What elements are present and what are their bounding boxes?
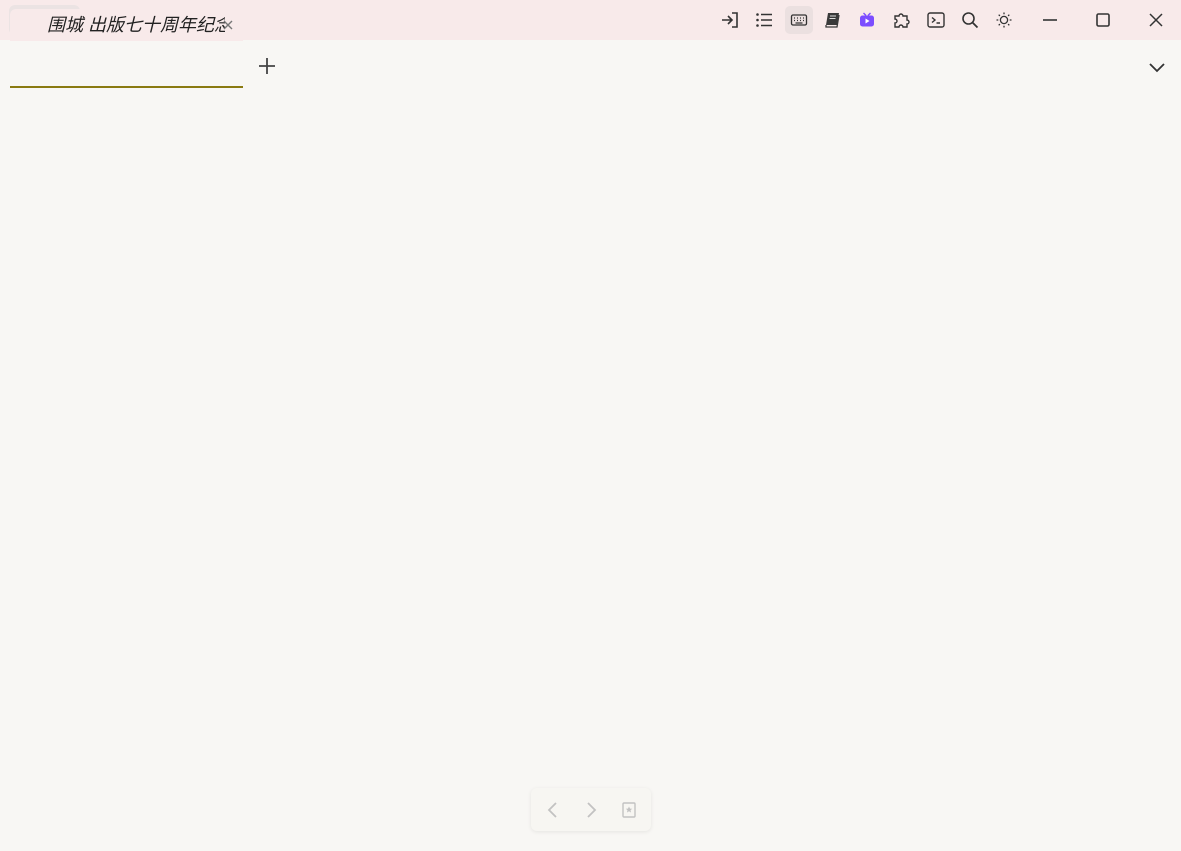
tab-title: 围城 出版七十周年纪念 — [47, 15, 225, 35]
close-window-button[interactable] — [1131, 0, 1181, 40]
plugins-button[interactable] — [888, 6, 916, 34]
book-button[interactable] — [819, 6, 847, 34]
tab-bar — [0, 40, 1181, 90]
outline-list-icon — [756, 13, 772, 27]
theme-sun-icon — [996, 12, 1012, 28]
maximize-icon — [1096, 13, 1110, 27]
minimize-icon — [1043, 19, 1057, 21]
chevron-down-icon — [1149, 63, 1165, 73]
active-tab-indicator — [10, 86, 243, 88]
tab-list-button[interactable] — [1145, 55, 1169, 79]
chevron-left-icon — [547, 802, 557, 818]
new-tab-button[interactable] — [255, 54, 279, 78]
previous-button[interactable] — [541, 798, 565, 822]
tv-plugin-icon — [860, 12, 874, 27]
close-icon — [223, 20, 233, 30]
maximize-button[interactable] — [1078, 0, 1128, 40]
keyboard-button[interactable] — [785, 6, 813, 34]
bottom-navigation — [531, 788, 651, 831]
bookmark-button[interactable] — [617, 798, 641, 822]
login-button[interactable] — [716, 6, 744, 34]
terminal-icon — [927, 12, 945, 28]
login-icon — [722, 12, 738, 28]
close-icon — [1149, 13, 1163, 27]
keyboard-icon — [790, 14, 808, 26]
chevron-right-icon — [587, 802, 597, 818]
minimize-button[interactable] — [1025, 0, 1075, 40]
next-button[interactable] — [579, 798, 603, 822]
terminal-button[interactable] — [922, 6, 950, 34]
bookmark-icon — [622, 802, 636, 818]
theme-button[interactable] — [990, 6, 1018, 34]
plus-icon — [259, 58, 275, 74]
book-icon — [825, 13, 840, 28]
tab-document[interactable]: 围城 出版七十周年纪念 — [10, 9, 243, 41]
puzzle-icon — [894, 13, 910, 28]
search-button[interactable] — [956, 6, 984, 34]
outline-button[interactable] — [750, 6, 778, 34]
tv-plugin-button[interactable] — [853, 6, 881, 34]
search-icon — [962, 12, 979, 29]
tab-close-button[interactable] — [220, 17, 236, 33]
